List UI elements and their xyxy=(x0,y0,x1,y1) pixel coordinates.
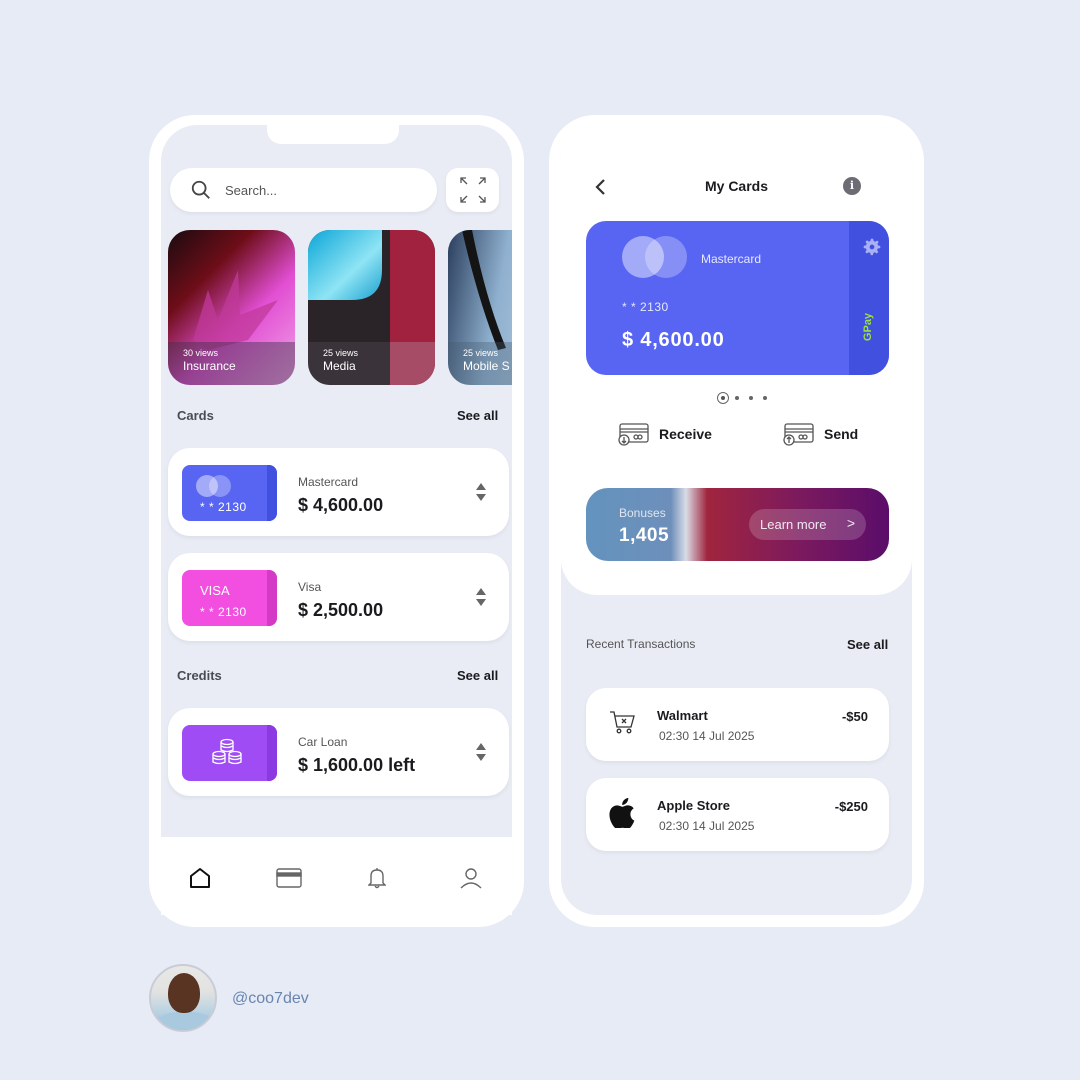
story-label: Media xyxy=(323,359,356,373)
story-views: 30 views xyxy=(183,348,219,358)
author-avatar xyxy=(149,964,217,1032)
story-views: 25 views xyxy=(323,348,359,358)
story-insurance[interactable]: 30 views Insurance xyxy=(168,230,295,385)
card-pagination[interactable] xyxy=(717,392,767,404)
search-bar[interactable] xyxy=(170,168,437,212)
cards-see-all-link[interactable]: See all xyxy=(457,408,498,423)
transaction-amount: -$50 xyxy=(841,709,868,724)
stories-carousel[interactable]: 30 views Insurance 25 views Media 25 vie… xyxy=(168,230,512,385)
info-icon[interactable]: i xyxy=(843,177,861,195)
pagination-dot-active[interactable] xyxy=(717,392,729,404)
mastercard-thumbnail: * * 2130 xyxy=(182,465,277,521)
receive-button[interactable]: Receive xyxy=(617,422,712,446)
pagination-dot[interactable] xyxy=(749,396,753,400)
send-button[interactable]: Send xyxy=(782,422,858,446)
user-icon xyxy=(460,868,482,889)
loan-thumbnail xyxy=(182,725,277,781)
transaction-date: 02:30 14 Jul 2025 xyxy=(659,819,755,833)
send-label: Send xyxy=(824,426,859,442)
credits-section-title: Credits xyxy=(177,668,222,683)
coins-icon xyxy=(212,738,242,765)
merchant-name: Walmart xyxy=(657,708,708,723)
learn-more-label: Learn more xyxy=(760,517,827,532)
pagination-dot[interactable] xyxy=(735,396,739,400)
bell-icon xyxy=(368,868,386,889)
author-handle[interactable]: @coo7dev xyxy=(232,990,309,1008)
nav-cards[interactable] xyxy=(276,865,302,891)
phone-notch xyxy=(267,125,399,144)
chevron-right-icon: > xyxy=(846,515,855,531)
sort-arrows-icon[interactable] xyxy=(475,587,487,607)
card-brand: Mastercard xyxy=(701,252,762,266)
home-screen: 30 views Insurance 25 views Media xyxy=(161,125,512,915)
bonuses-label: Bonuses xyxy=(619,506,666,520)
story-label: Insurance xyxy=(183,359,236,373)
apple-icon xyxy=(609,798,635,828)
pagination-dot[interactable] xyxy=(763,396,767,400)
nav-notifications[interactable] xyxy=(364,865,390,891)
transaction-amount: -$250 xyxy=(834,799,868,814)
credit-name: Car Loan xyxy=(298,735,348,749)
right-phone: My Cards i Mastercard * * 2130 $ 4,600.0… xyxy=(549,115,924,927)
scan-button[interactable] xyxy=(446,168,499,212)
avatar-body xyxy=(156,1012,214,1030)
bonuses-banner: Bonuses 1,405 Learn more > xyxy=(586,488,889,561)
nav-profile[interactable] xyxy=(458,865,484,891)
left-phone: 30 views Insurance 25 views Media xyxy=(149,115,524,927)
search-icon xyxy=(191,180,210,199)
cards-section-title: Cards xyxy=(177,408,214,423)
bottom-nav xyxy=(161,837,512,915)
credits-see-all-link[interactable]: See all xyxy=(457,668,498,683)
transaction-row[interactable]: Apple Store 02:30 14 Jul 2025 -$250 xyxy=(586,778,889,851)
card-number: * * 2130 xyxy=(200,500,247,514)
story-mobile[interactable]: 25 views Mobile S xyxy=(448,230,512,385)
bonuses-value: 1,405 xyxy=(619,525,670,546)
card-name: Visa xyxy=(298,580,322,594)
sort-arrows-icon[interactable] xyxy=(475,742,487,762)
transaction-date: 02:30 14 Jul 2025 xyxy=(659,729,755,743)
receive-card-icon xyxy=(618,423,649,446)
card-item-visa[interactable]: VISA * * 2130 Visa $ 2,500.00 xyxy=(168,553,509,641)
home-icon xyxy=(190,868,210,888)
merchant-name: Apple Store xyxy=(657,798,730,813)
page-title: My Cards xyxy=(704,178,769,194)
expand-arrows-icon xyxy=(459,177,486,203)
card-item-mastercard[interactable]: * * 2130 Mastercard $ 4,600.00 xyxy=(168,448,509,536)
card-brand: VISA xyxy=(200,583,230,598)
gear-icon[interactable] xyxy=(861,236,883,258)
story-label: Mobile S xyxy=(463,359,510,373)
transaction-row[interactable]: Walmart 02:30 14 Jul 2025 -$50 xyxy=(586,688,889,761)
card-number: * * 2130 xyxy=(622,300,669,314)
mastercard-logo-right xyxy=(645,236,687,278)
transactions-section-title: Recent Transactions xyxy=(586,637,696,651)
receive-label: Receive xyxy=(659,426,712,442)
card-number: * * 2130 xyxy=(200,605,247,619)
transactions-see-all-link[interactable]: See all xyxy=(847,637,888,652)
gpay-label: GPay xyxy=(862,312,874,342)
nav-home[interactable] xyxy=(187,865,213,891)
card-name: Mastercard xyxy=(298,475,359,489)
send-card-icon xyxy=(783,423,814,446)
card-balance: $ 2,500.00 xyxy=(298,600,384,620)
search-input[interactable] xyxy=(225,182,415,198)
credit-item-car-loan[interactable]: Car Loan $ 1,600.00 left xyxy=(168,708,509,796)
story-media[interactable]: 25 views Media xyxy=(308,230,435,385)
card-balance: $ 4,600.00 xyxy=(298,495,384,515)
avatar-head xyxy=(168,973,200,1013)
visa-thumbnail: VISA * * 2130 xyxy=(182,570,277,626)
credit-balance: $ 1,600.00 left xyxy=(298,755,416,775)
card-balance: $ 4,600.00 xyxy=(622,329,725,351)
card-icon xyxy=(276,868,302,888)
story-views: 25 views xyxy=(463,348,499,358)
sort-arrows-icon[interactable] xyxy=(475,482,487,502)
cart-icon xyxy=(610,711,635,734)
selected-card[interactable]: Mastercard * * 2130 $ 4,600.00 GPay xyxy=(586,221,889,375)
learn-more-button[interactable]: Learn more > xyxy=(749,509,866,540)
